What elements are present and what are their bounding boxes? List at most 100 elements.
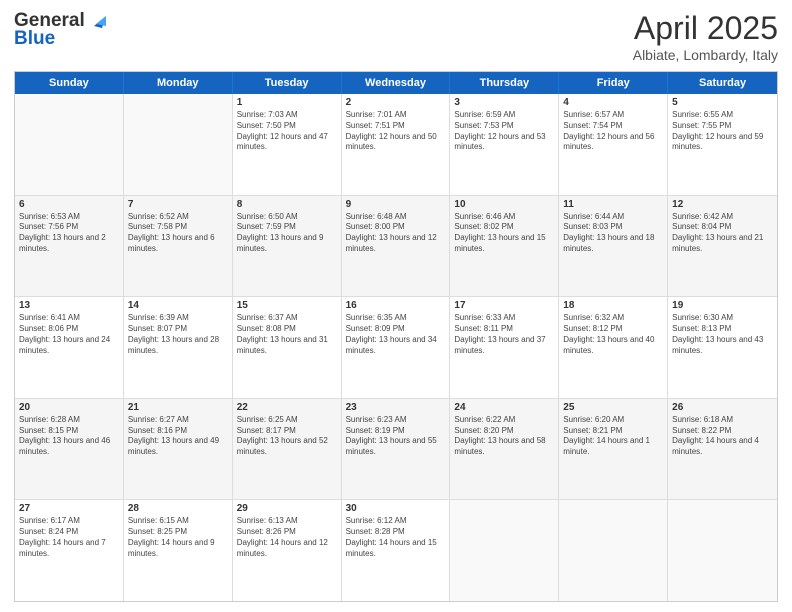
day-number: 30 (346, 503, 446, 514)
cal-cell-day-25: 25 Sunrise: 6:20 AM Sunset: 8:21 PM Dayli… (559, 399, 668, 500)
day-number: 9 (346, 199, 446, 210)
day-number: 7 (128, 199, 228, 210)
cal-header-saturday: Saturday (668, 72, 777, 94)
day-number: 1 (237, 97, 337, 108)
day-number: 13 (19, 300, 119, 311)
day-info: Sunrise: 6:25 AM Sunset: 8:17 PM Dayligh… (237, 415, 337, 458)
calendar-body: 1 Sunrise: 7:03 AM Sunset: 7:50 PM Daylig… (15, 94, 777, 601)
main-title: April 2025 (633, 10, 778, 47)
day-info: Sunrise: 6:44 AM Sunset: 8:03 PM Dayligh… (563, 212, 663, 255)
day-info: Sunrise: 6:42 AM Sunset: 8:04 PM Dayligh… (672, 212, 773, 255)
cal-row-4: 27 Sunrise: 6:17 AM Sunset: 8:24 PM Dayli… (15, 500, 777, 601)
calendar: SundayMondayTuesdayWednesdayThursdayFrid… (14, 71, 778, 602)
day-info: Sunrise: 6:57 AM Sunset: 7:54 PM Dayligh… (563, 110, 663, 153)
cal-cell-day-28: 28 Sunrise: 6:15 AM Sunset: 8:25 PM Dayli… (124, 500, 233, 601)
day-info: Sunrise: 6:18 AM Sunset: 8:22 PM Dayligh… (672, 415, 773, 458)
day-info: Sunrise: 6:37 AM Sunset: 8:08 PM Dayligh… (237, 313, 337, 356)
cal-cell-day-14: 14 Sunrise: 6:39 AM Sunset: 8:07 PM Dayli… (124, 297, 233, 398)
cal-row-0: 1 Sunrise: 7:03 AM Sunset: 7:50 PM Daylig… (15, 94, 777, 196)
cal-cell-day-22: 22 Sunrise: 6:25 AM Sunset: 8:17 PM Dayli… (233, 399, 342, 500)
day-info: Sunrise: 6:17 AM Sunset: 8:24 PM Dayligh… (19, 516, 119, 559)
day-info: Sunrise: 6:33 AM Sunset: 8:11 PM Dayligh… (454, 313, 554, 356)
day-number: 5 (672, 97, 773, 108)
day-number: 8 (237, 199, 337, 210)
day-info: Sunrise: 6:48 AM Sunset: 8:00 PM Dayligh… (346, 212, 446, 255)
cal-cell-day-21: 21Sunrise: 6:27 AM Sunset: 8:16 PM Dayli… (124, 399, 233, 500)
page: General Blue April 2025 Albiate, Lombard… (0, 0, 792, 612)
day-number: 6 (19, 199, 119, 210)
day-number: 27 (19, 503, 119, 514)
day-info: Sunrise: 6:27 AM Sunset: 8:16 PM Dayligh… (128, 415, 228, 458)
day-number: 11 (563, 199, 663, 210)
calendar-header: SundayMondayTuesdayWednesdayThursdayFrid… (15, 72, 777, 94)
cal-cell-empty-0-1 (124, 94, 233, 195)
day-info: Sunrise: 6:59 AM Sunset: 7:53 PM Dayligh… (454, 110, 554, 153)
day-info: Sunrise: 6:20 AM Sunset: 8:21 PM Dayligh… (563, 415, 663, 458)
cal-cell-day-19: 19 Sunrise: 6:30 AM Sunset: 8:13 PM Dayli… (668, 297, 777, 398)
day-number: 10 (454, 199, 554, 210)
day-number: 2 (346, 97, 446, 108)
cal-cell-day-1: 1 Sunrise: 7:03 AM Sunset: 7:50 PM Daylig… (233, 94, 342, 195)
day-number: 25 (563, 402, 663, 413)
day-info: Sunrise: 6:53 AM Sunset: 7:56 PM Dayligh… (19, 212, 119, 255)
day-number: 20 (19, 402, 119, 413)
subtitle: Albiate, Lombardy, Italy (633, 47, 778, 63)
day-number: 14 (128, 300, 228, 311)
day-number: 23 (346, 402, 446, 413)
day-info: Sunrise: 6:22 AM Sunset: 8:20 PM Dayligh… (454, 415, 554, 458)
day-info: Sunrise: 6:52 AM Sunset: 7:58 PM Dayligh… (128, 212, 228, 255)
cal-cell-day-30: 30 Sunrise: 6:12 AM Sunset: 8:28 PM Dayli… (342, 500, 451, 601)
day-info: Sunrise: 7:01 AM Sunset: 7:51 PM Dayligh… (346, 110, 446, 153)
cal-cell-day-7: 7 Sunrise: 6:52 AM Sunset: 7:58 PM Daylig… (124, 196, 233, 297)
cal-cell-empty-4-5 (559, 500, 668, 601)
day-info: Sunrise: 6:41 AM Sunset: 8:06 PM Dayligh… (19, 313, 119, 356)
day-number: 29 (237, 503, 337, 514)
logo: General Blue (14, 10, 107, 50)
cal-header-monday: Monday (124, 72, 233, 94)
day-info: Sunrise: 6:12 AM Sunset: 8:28 PM Dayligh… (346, 516, 446, 559)
cal-header-wednesday: Wednesday (342, 72, 451, 94)
cal-cell-day-9: 9 Sunrise: 6:48 AM Sunset: 8:00 PM Daylig… (342, 196, 451, 297)
cal-cell-empty-0-0 (15, 94, 124, 195)
day-number: 26 (672, 402, 773, 413)
cal-cell-day-6: 6 Sunrise: 6:53 AM Sunset: 7:56 PM Daylig… (15, 196, 124, 297)
cal-cell-day-13: 13 Sunrise: 6:41 AM Sunset: 8:06 PM Dayli… (15, 297, 124, 398)
day-number: 18 (563, 300, 663, 311)
header: General Blue April 2025 Albiate, Lombard… (14, 10, 778, 63)
day-info: Sunrise: 6:13 AM Sunset: 8:26 PM Dayligh… (237, 516, 337, 559)
day-info: Sunrise: 6:23 AM Sunset: 8:19 PM Dayligh… (346, 415, 446, 458)
day-number: 28 (128, 503, 228, 514)
day-number: 17 (454, 300, 554, 311)
cal-header-friday: Friday (559, 72, 668, 94)
cal-cell-day-17: 17 Sunrise: 6:33 AM Sunset: 8:11 PM Dayli… (450, 297, 559, 398)
cal-cell-day-11: 11 Sunrise: 6:44 AM Sunset: 8:03 PM Dayli… (559, 196, 668, 297)
cal-header-tuesday: Tuesday (233, 72, 342, 94)
day-number: 19 (672, 300, 773, 311)
cal-header-sunday: Sunday (15, 72, 124, 94)
cal-row-2: 13 Sunrise: 6:41 AM Sunset: 8:06 PM Dayli… (15, 297, 777, 399)
day-info: Sunrise: 6:35 AM Sunset: 8:09 PM Dayligh… (346, 313, 446, 356)
day-number: 22 (237, 402, 337, 413)
cal-cell-day-24: 24 Sunrise: 6:22 AM Sunset: 8:20 PM Dayli… (450, 399, 559, 500)
day-info: Sunrise: 6:32 AM Sunset: 8:12 PM Dayligh… (563, 313, 663, 356)
day-number: 15 (237, 300, 337, 311)
cal-cell-day-12: 12 Sunrise: 6:42 AM Sunset: 8:04 PM Dayli… (668, 196, 777, 297)
day-number: 24 (454, 402, 554, 413)
cal-cell-day-16: 16Sunrise: 6:35 AM Sunset: 8:09 PM Dayli… (342, 297, 451, 398)
cal-cell-day-5: 5 Sunrise: 6:55 AM Sunset: 7:55 PM Daylig… (668, 94, 777, 195)
title-block: April 2025 Albiate, Lombardy, Italy (633, 10, 778, 63)
day-info: Sunrise: 6:15 AM Sunset: 8:25 PM Dayligh… (128, 516, 228, 559)
day-info: Sunrise: 6:46 AM Sunset: 8:02 PM Dayligh… (454, 212, 554, 255)
cal-row-1: 6 Sunrise: 6:53 AM Sunset: 7:56 PM Daylig… (15, 196, 777, 298)
day-info: Sunrise: 6:39 AM Sunset: 8:07 PM Dayligh… (128, 313, 228, 356)
cal-cell-day-23: 23 Sunrise: 6:23 AM Sunset: 8:19 PM Dayli… (342, 399, 451, 500)
day-info: Sunrise: 6:55 AM Sunset: 7:55 PM Dayligh… (672, 110, 773, 153)
day-number: 4 (563, 97, 663, 108)
cal-cell-day-2: 2 Sunrise: 7:01 AM Sunset: 7:51 PM Daylig… (342, 94, 451, 195)
day-number: 12 (672, 199, 773, 210)
cal-cell-day-4: 4 Sunrise: 6:57 AM Sunset: 7:54 PM Daylig… (559, 94, 668, 195)
day-info: Sunrise: 6:30 AM Sunset: 8:13 PM Dayligh… (672, 313, 773, 356)
day-info: Sunrise: 7:03 AM Sunset: 7:50 PM Dayligh… (237, 110, 337, 153)
logo-bird-icon (86, 12, 106, 30)
cal-cell-day-10: 10 Sunrise: 6:46 AM Sunset: 8:02 PM Dayli… (450, 196, 559, 297)
